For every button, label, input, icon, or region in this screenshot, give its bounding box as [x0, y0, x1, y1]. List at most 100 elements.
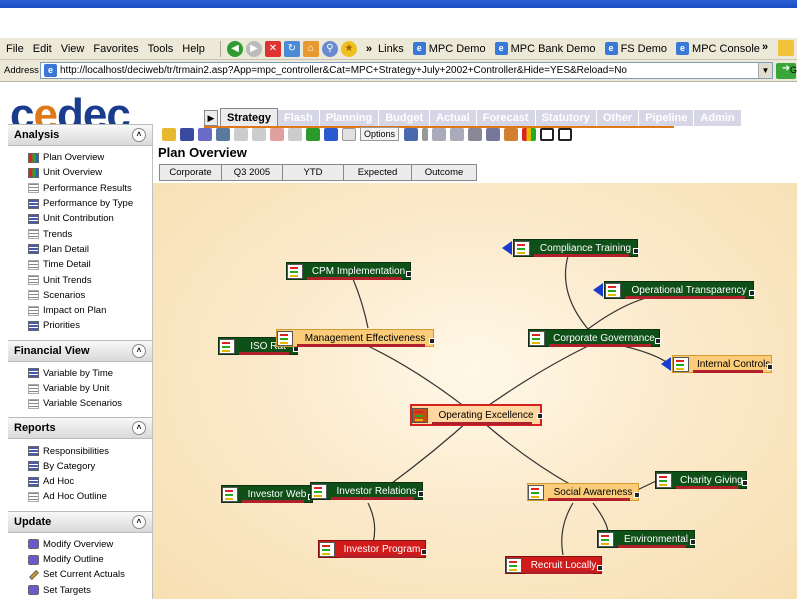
expand-handle-icon[interactable] — [749, 290, 755, 296]
sidebar-item[interactable]: Time Detail — [28, 257, 152, 272]
tab-forecast[interactable]: Forecast — [476, 110, 536, 126]
layout-icon[interactable] — [486, 127, 501, 141]
node-compliance-training[interactable]: Compliance Training — [513, 239, 638, 257]
sidebar-item[interactable]: Modify Outline — [28, 552, 152, 567]
link-mpc-console[interactable]: e MPC Console — [676, 42, 760, 55]
collapse-icon[interactable]: ˄ — [132, 343, 146, 358]
expand-handle-icon[interactable] — [421, 549, 427, 555]
node-corporate-governance[interactable]: Corporate Governance — [528, 329, 660, 347]
network-icon[interactable] — [504, 127, 519, 141]
node-management-effectiveness[interactable]: Management Effectiveness — [276, 329, 434, 347]
expand-handle-icon[interactable] — [406, 271, 412, 277]
node-internal-controls[interactable]: Internal Controls — [672, 355, 772, 373]
link-mpc-demo[interactable]: e MPC Demo — [412, 42, 486, 55]
sidebar-section-header[interactable]: Analysis ˄ — [8, 124, 152, 146]
sidebar-item[interactable]: Trends — [28, 226, 152, 241]
download-icon[interactable] — [324, 127, 338, 141]
expand-handle-icon[interactable] — [767, 364, 773, 370]
sidebar-item[interactable]: Variable Scenarios — [28, 396, 152, 411]
sidebar-item[interactable]: Variable by Time — [28, 366, 152, 381]
node-investor-program[interactable]: Investor Program — [318, 540, 426, 558]
favorites-star-icon[interactable]: ★ — [340, 40, 357, 57]
node-operational-transparency[interactable]: Operational Transparency — [604, 281, 754, 299]
zoom-out-icon[interactable] — [432, 127, 447, 141]
expand-handle-icon[interactable] — [655, 338, 661, 344]
view-icon[interactable] — [404, 127, 419, 141]
go-label[interactable]: Go — [790, 65, 797, 75]
tree-icon[interactable] — [468, 127, 483, 141]
collapse-icon[interactable]: ˄ — [132, 421, 146, 436]
open-folder-icon[interactable] — [162, 127, 176, 141]
sidebar-item[interactable]: Unit Overview — [28, 165, 152, 180]
node-investor-web[interactable]: Investor Web — [221, 485, 313, 503]
column-period[interactable]: Q3 2005 — [221, 164, 283, 181]
chart-icon[interactable] — [306, 127, 320, 141]
sidebar-item[interactable]: Impact on Plan — [28, 303, 152, 318]
tab-strategy[interactable]: Strategy — [220, 108, 279, 126]
menu-favorites[interactable]: Favorites — [93, 43, 138, 55]
tab-statutory[interactable]: Statutory — [535, 110, 597, 126]
chevron-right-icon[interactable]: » — [762, 41, 768, 53]
tab-flash[interactable]: Flash — [278, 110, 320, 126]
sidebar-item[interactable]: Variable by Unit — [28, 381, 152, 396]
square-icon[interactable] — [540, 127, 555, 141]
tab-pipeline[interactable]: Pipeline — [639, 110, 695, 126]
chevron-right-icon[interactable]: » — [366, 43, 372, 55]
sidebar-item[interactable]: Set Targets — [28, 583, 152, 598]
properties-icon[interactable] — [342, 127, 356, 141]
sidebar-item[interactable]: By Category — [28, 459, 152, 474]
traffic-light-icon[interactable] — [522, 127, 537, 141]
expand-handle-icon[interactable] — [537, 413, 543, 419]
sidebar-item[interactable]: Priorities — [28, 318, 152, 333]
node-cpm-implementation[interactable]: CPM Implementation — [286, 262, 411, 280]
tab-other[interactable]: Other — [596, 110, 640, 126]
collapse-icon[interactable]: ˄ — [132, 514, 146, 529]
options-button[interactable]: Options — [360, 127, 400, 141]
node-investor-relations[interactable]: Investor Relations — [310, 482, 423, 500]
node-recruit-locally[interactable]: Recruit Locally — [505, 556, 602, 574]
node-operating-excellence[interactable]: Operating Excellence — [410, 404, 542, 426]
node-charity-giving[interactable]: Charity Giving — [655, 471, 747, 489]
link-fs-demo[interactable]: e FS Demo — [604, 42, 667, 55]
column-outcome[interactable]: Outcome — [411, 164, 477, 181]
menu-file[interactable]: File — [6, 43, 24, 55]
expand-handle-icon[interactable] — [633, 248, 639, 254]
menu-help[interactable]: Help — [182, 43, 205, 55]
chevron-down-icon[interactable] — [422, 127, 429, 141]
chevron-down-icon[interactable]: ▼ — [758, 63, 772, 78]
copy-icon[interactable] — [216, 127, 230, 141]
sidebar-item[interactable]: Responsibilities — [28, 443, 152, 458]
sidebar-item[interactable]: Unit Trends — [28, 272, 152, 287]
delete-icon[interactable] — [270, 127, 284, 141]
refresh-icon[interactable]: ↻ — [283, 40, 300, 57]
print-icon[interactable] — [198, 127, 212, 141]
home-icon[interactable]: ⌂ — [302, 40, 319, 57]
sidebar-item[interactable]: Plan Detail — [28, 242, 152, 257]
sidebar-item[interactable]: Plan Overview — [28, 150, 152, 165]
sidebar-section-header[interactable]: Reports ˄ — [8, 417, 152, 440]
stop-icon[interactable]: ✕ — [264, 40, 281, 57]
search-icon[interactable]: ⚲ — [321, 40, 338, 57]
column-expected[interactable]: Expected — [343, 164, 412, 181]
sidebar-item[interactable]: Performance by Type — [28, 196, 152, 211]
back-arrow-icon[interactable] — [234, 127, 248, 141]
node-environmental[interactable]: Environmental — [597, 530, 695, 548]
expand-handle-icon[interactable] — [597, 565, 603, 571]
forward-icon[interactable]: ▶ — [245, 40, 262, 57]
menu-tools[interactable]: Tools — [148, 43, 174, 55]
tab-budget[interactable]: Budget — [379, 110, 431, 126]
zoom-in-icon[interactable] — [450, 127, 465, 141]
column-ytd[interactable]: YTD — [282, 164, 344, 181]
expand-handle-icon[interactable] — [690, 539, 696, 545]
address-input[interactable]: e http://localhost/deciweb/tr/trmain2.as… — [40, 62, 773, 79]
sidebar-item[interactable]: Set Current Actuals — [28, 567, 152, 582]
menu-view[interactable]: View — [61, 43, 85, 55]
sidebar-item[interactable]: Ad Hoc — [28, 474, 152, 489]
column-corporate[interactable]: Corporate — [159, 164, 222, 181]
expand-handle-icon[interactable] — [634, 492, 640, 498]
square-icon[interactable] — [558, 127, 573, 141]
node-social-awareness[interactable]: Social Awareness — [527, 483, 639, 501]
sidebar-item[interactable]: Performance Results — [28, 181, 152, 196]
sidebar-section-header[interactable]: Update ˄ — [8, 510, 152, 533]
collapse-icon[interactable]: ˄ — [132, 128, 146, 142]
